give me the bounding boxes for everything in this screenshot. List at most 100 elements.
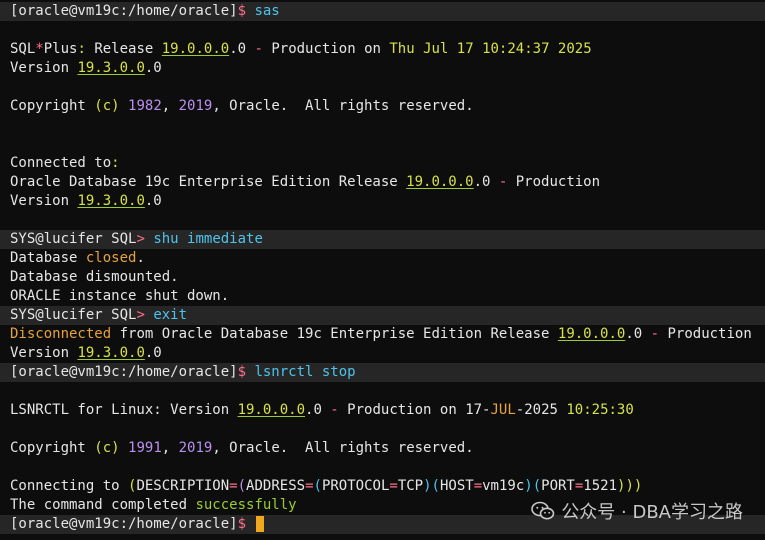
- text: :: [111, 155, 120, 171]
- date-text: Thu Jul 17 10:24:37 2025: [389, 41, 592, 57]
- time-text: 10:25:30: [566, 402, 634, 418]
- output-line: ORACLE instance shut down.: [10, 288, 230, 304]
- text: -2025: [515, 402, 567, 418]
- text: Oracle Database 19c Enterprise Edition R…: [10, 174, 407, 190]
- text: *: [35, 41, 44, 57]
- text: LSNRCTL for Linux: Version: [10, 402, 238, 418]
- watermark-text: 公众号 · DBA学习之路: [561, 502, 743, 523]
- text: .0: [625, 326, 643, 342]
- text: TCP: [397, 478, 424, 494]
- text: Version: [10, 193, 78, 209]
- text: ))): [617, 478, 643, 494]
- shell-prompt: [oracle@vm19c:/home/oracle]: [10, 364, 238, 380]
- watermark: 公众号 · DBA学习之路: [531, 498, 743, 524]
- prompt-line-sas: [oracle@vm19c:/home/oracle]$ sas: [0, 2, 765, 21]
- command-text: exit: [153, 307, 188, 323]
- connecting-line: Connecting to (DESCRIPTION=(ADDRESS=(PRO…: [0, 477, 765, 496]
- prompt-symbol: $: [237, 516, 247, 532]
- text: SQL: [111, 231, 137, 247]
- text: -: [321, 402, 348, 418]
- db-edition-line: Oracle Database 19c Enterprise Edition R…: [0, 173, 765, 192]
- text: )(: [423, 478, 440, 494]
- text: .0: [144, 193, 162, 209]
- text: Production: [271, 41, 356, 57]
- text: ,: [161, 440, 179, 456]
- prompt-symbol: >: [136, 231, 145, 247]
- text: Disconnected: [10, 326, 112, 342]
- command-text: shu immediate: [153, 231, 263, 247]
- sql-prompt-user: SYS@lucifer: [10, 307, 103, 323]
- text: =: [473, 478, 483, 494]
- prompt-symbol: $: [237, 364, 247, 380]
- version-number: 19.0.0.0: [237, 402, 306, 418]
- text: -: [642, 326, 668, 342]
- shell-prompt: [oracle@vm19c:/home/oracle]: [10, 516, 238, 532]
- text: .0: [473, 174, 491, 190]
- text: =: [389, 478, 398, 494]
- text: .0: [305, 402, 322, 418]
- text: on: [431, 402, 466, 418]
- text: ,: [161, 98, 179, 114]
- text: DESCRIPTION: [136, 478, 230, 494]
- text: JUL: [490, 402, 516, 418]
- text: Version: [10, 345, 78, 361]
- text: vm19c: [482, 478, 525, 494]
- text: Database: [10, 250, 86, 266]
- version-number: 19.0.0.0: [161, 41, 230, 57]
- text: Connected to: [10, 155, 112, 171]
- text: -: [246, 41, 272, 57]
- text: Release: [85, 41, 162, 57]
- version-number: 19.3.0.0: [77, 345, 145, 361]
- terminal-window[interactable]: [oracle@vm19c:/home/oracle]$ sas SQL*Plu…: [0, 0, 765, 540]
- text: closed: [85, 250, 137, 266]
- text: :: [77, 41, 86, 57]
- command-text: lsnrctl stop: [254, 364, 356, 380]
- text: SQL: [10, 41, 36, 57]
- disconnected-line: Disconnected from Oracle Database 19c En…: [0, 325, 765, 344]
- command-text: sas: [254, 3, 280, 19]
- output-line: Database closed.: [0, 249, 765, 268]
- version-line: Version 19.3.0.0.0: [0, 59, 765, 78]
- text-cursor: [256, 516, 265, 532]
- text: (: [313, 478, 322, 494]
- text: =: [305, 478, 314, 494]
- text: PROTOCOL: [321, 478, 390, 494]
- text: .0: [229, 41, 247, 57]
- text: .: [136, 250, 145, 266]
- version-number: 19.0.0.0: [406, 174, 474, 190]
- text: Copyright: [10, 98, 95, 114]
- text: , Oracle. All rights reserved.: [212, 98, 474, 114]
- year: 2019: [178, 440, 213, 456]
- text: Production: [347, 402, 432, 418]
- version-line: Version 19.3.0.0.0: [0, 192, 765, 211]
- text: (c): [94, 440, 120, 456]
- shell-prompt: [oracle@vm19c:/home/oracle]: [10, 3, 238, 19]
- text: Plus: [43, 41, 78, 57]
- text: PORT: [541, 478, 575, 494]
- sql-prompt-shutdown: SYS@lucifer SQL> shu immediate: [0, 230, 765, 249]
- copyright-line: Copyright (c) 1991, 2019, Oracle. All ri…: [0, 439, 765, 458]
- prompt-symbol: >: [136, 307, 145, 323]
- prompt-symbol: $: [237, 3, 247, 19]
- text: -: [490, 174, 516, 190]
- output-line: Database dismounted.: [10, 269, 179, 285]
- text: Version: [10, 60, 78, 76]
- sql-prompt-exit: SYS@lucifer SQL> exit: [0, 306, 765, 325]
- text: .0: [144, 60, 162, 76]
- year: 1982: [128, 98, 162, 114]
- version-number: 19.3.0.0: [77, 60, 145, 76]
- sqlplus-banner: SQL*Plus: Release 19.0.0.0.0 - Productio…: [0, 40, 765, 59]
- text: 1521: [583, 478, 618, 494]
- text: Production: [515, 174, 601, 190]
- year: 1991: [128, 440, 162, 456]
- version-number: 19.3.0.0: [77, 193, 145, 209]
- text: .0: [144, 345, 162, 361]
- copyright-line: Copyright (c) 1982, 2019, Oracle. All ri…: [0, 97, 765, 116]
- text: , Oracle. All rights reserved.: [212, 440, 474, 456]
- text: on: [355, 41, 390, 57]
- text: ADDRESS: [246, 478, 306, 494]
- text: Connecting to: [10, 478, 129, 494]
- text: from Oracle Database 19c Enterprise Edit…: [111, 326, 558, 342]
- sql-prompt-user: SYS@lucifer: [10, 231, 103, 247]
- text: 17-: [465, 402, 491, 418]
